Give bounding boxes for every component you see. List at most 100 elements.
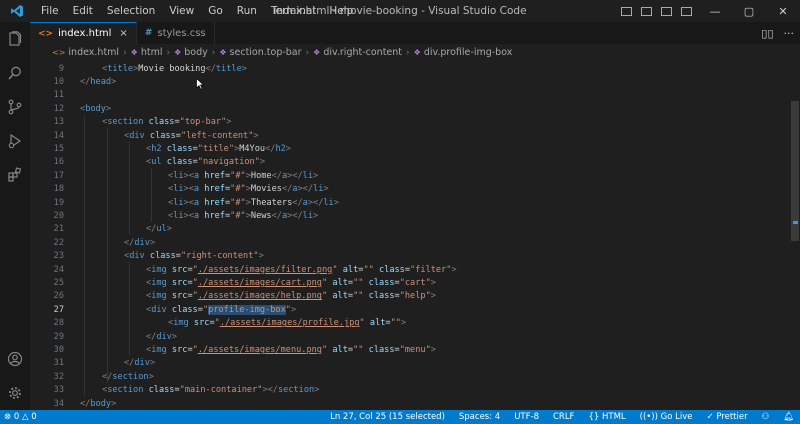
line-number: 27 — [53, 304, 64, 315]
line-number: 13 — [53, 117, 64, 128]
menu-edit[interactable]: Edit — [66, 0, 100, 22]
css-file-icon: # — [144, 28, 153, 38]
line-number: 26 — [53, 291, 64, 302]
cursor-position[interactable]: Ln 27, Col 25 (15 selected) — [330, 412, 445, 422]
more-actions-icon[interactable]: ··· — [784, 27, 795, 40]
line-number: 15 — [53, 144, 64, 155]
menu-run[interactable]: Run — [230, 0, 264, 22]
selected-text: profile-img-box — [208, 304, 286, 315]
element-icon: ❖ — [219, 48, 227, 57]
error-icon: ⊗ — [4, 412, 12, 422]
line-number: 31 — [53, 358, 64, 369]
tab-label: index.html — [58, 28, 112, 39]
line-number: 17 — [53, 170, 64, 181]
code-line: 30 <img src="./assets/images/menu.png" a… — [30, 343, 790, 356]
maximize-button[interactable]: ▢ — [732, 0, 766, 22]
tab-styles-css[interactable]: # styles.css — [137, 22, 215, 44]
selection-marker — [793, 221, 798, 224]
search-icon[interactable] — [0, 56, 30, 90]
code-line: 33 <section class="main-container"></sec… — [30, 384, 790, 397]
explorer-icon[interactable] — [0, 22, 30, 56]
menu-selection[interactable]: Selection — [100, 0, 162, 22]
activity-bar — [0, 22, 30, 410]
code-line: 12 <body> — [30, 102, 790, 115]
line-number: 34 — [53, 398, 64, 409]
menu-bar: File Edit Selection View Go Run Terminal… — [34, 0, 360, 22]
minimize-button[interactable]: — — [698, 0, 732, 22]
breadcrumb-item[interactable]: ❖ section.top-bar — [219, 47, 301, 58]
breadcrumb-item[interactable]: ❖ html — [131, 47, 163, 58]
customize-layout-icon[interactable] — [678, 0, 694, 22]
code-line: 25 <img src="./assets/images/cart.png" a… — [30, 276, 790, 289]
line-number: 9 — [58, 63, 64, 74]
line-number: 22 — [53, 237, 64, 248]
menu-view[interactable]: View — [162, 0, 201, 22]
line-number: 30 — [53, 345, 64, 356]
close-button[interactable]: ✕ — [766, 0, 800, 22]
element-icon: ❖ — [313, 48, 321, 57]
code-line: 24 <img src="./assets/images/filter.png"… — [30, 263, 790, 276]
menu-file[interactable]: File — [34, 0, 66, 22]
split-editor-icon[interactable]: ▯▯ — [761, 27, 773, 40]
end-of-line[interactable]: CRLF — [553, 412, 574, 422]
tab-index-html[interactable]: <> index.html × — [30, 22, 137, 44]
extensions-icon[interactable] — [0, 158, 30, 192]
menu-help[interactable]: Help — [322, 0, 360, 22]
scrollbar-thumb[interactable] — [791, 101, 799, 241]
line-number: 16 — [53, 157, 64, 168]
toggle-secondary-sidebar-icon[interactable] — [658, 0, 674, 22]
line-number: 19 — [53, 197, 64, 208]
element-icon: ❖ — [174, 48, 182, 57]
breadcrumb-item[interactable]: ❖ div.right-content — [313, 47, 402, 58]
code-line: 34 </body> — [30, 397, 790, 410]
breadcrumb-item[interactable]: ❖ body — [174, 47, 208, 58]
code-line: 11 — [30, 89, 790, 102]
toggle-panel-layout-icon[interactable] — [638, 0, 654, 22]
line-number: 21 — [53, 224, 64, 235]
code-editor[interactable]: 9 <title>Movie booking</title> 10 </head… — [30, 61, 800, 410]
vscode-logo-icon — [0, 0, 34, 22]
breadcrumb-item[interactable]: <> index.html — [52, 47, 119, 58]
line-number: 32 — [53, 371, 64, 382]
editor-scrollbar[interactable] — [790, 61, 800, 410]
code-line: 18 <li><a href="#">Movies</a></li> — [30, 183, 790, 196]
run-debug-icon[interactable] — [0, 124, 30, 158]
problems-indicator[interactable]: ⊗ 0 △ 0 — [4, 412, 37, 422]
go-live-button[interactable]: ((•)) Go Live — [640, 412, 693, 422]
code-line: 26 <img src="./assets/images/help.png" a… — [30, 290, 790, 303]
code-line: 20 <li><a href="#">News</a></li> — [30, 209, 790, 222]
menu-go[interactable]: Go — [201, 0, 230, 22]
notifications-bell-icon[interactable]: 🔔︎ — [783, 412, 794, 422]
code-line: 32 </section> — [30, 370, 790, 383]
language-mode[interactable]: {} HTML — [588, 412, 625, 422]
element-icon: ❖ — [413, 48, 421, 57]
close-tab-icon[interactable]: × — [119, 28, 127, 39]
code-line: 15 <h2 class="title">M4You</h2> — [30, 142, 790, 155]
line-number: 28 — [53, 318, 64, 329]
code-line: 14 <div class="left-content"> — [30, 129, 790, 142]
indentation[interactable]: Spaces: 4 — [459, 412, 500, 422]
mouse-cursor-icon — [196, 78, 204, 90]
menu-terminal[interactable]: Terminal — [264, 0, 322, 22]
html-file-icon: <> — [38, 28, 54, 39]
toggle-sidebar-layout-icon[interactable] — [618, 0, 634, 22]
line-number: 29 — [53, 331, 64, 342]
chevron-right-icon: › — [211, 47, 216, 58]
feedback-icon[interactable]: ⚇ — [762, 412, 770, 422]
encoding[interactable]: UTF-8 — [514, 412, 539, 422]
tab-label: styles.css — [157, 27, 206, 39]
chevron-right-icon: › — [406, 47, 410, 58]
line-number: 11 — [53, 90, 64, 101]
code-line: 13 <section class="top-bar"> — [30, 116, 790, 129]
line-number: 33 — [53, 385, 64, 396]
check-icon: ✓ — [706, 412, 714, 422]
prettier-button[interactable]: ✓ Prettier — [706, 412, 747, 422]
line-number: 14 — [53, 130, 64, 141]
line-number: 23 — [53, 251, 64, 262]
breadcrumb-item[interactable]: ❖ div.profile-img-box — [414, 47, 513, 58]
title-bar: File Edit Selection View Go Run Terminal… — [0, 0, 800, 22]
source-control-icon[interactable] — [0, 90, 30, 124]
code-line: 22 </div> — [30, 236, 790, 249]
account-icon[interactable] — [0, 342, 30, 376]
settings-gear-icon[interactable] — [0, 376, 30, 410]
